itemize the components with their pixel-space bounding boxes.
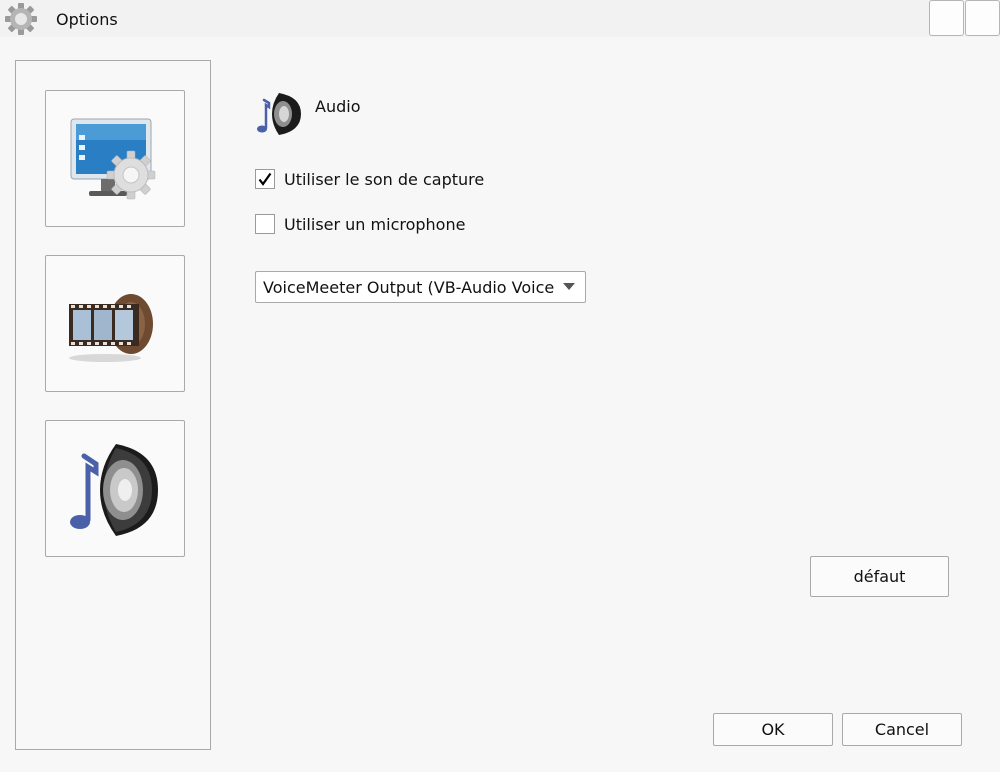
capture-sound-checkbox[interactable] [255, 169, 275, 189]
sidebar-item-video[interactable] [45, 255, 185, 392]
window-title: Options [56, 10, 118, 29]
title-bar: Options [0, 0, 1000, 37]
speaker-note-icon [70, 443, 158, 536]
cancel-button[interactable]: Cancel [842, 713, 962, 746]
capture-sound-option[interactable]: Utiliser le son de capture [255, 169, 484, 189]
microphone-option[interactable]: Utiliser un microphone [255, 214, 465, 234]
capture-sound-label: Utiliser le son de capture [284, 169, 485, 189]
chevron-down-icon [563, 283, 575, 290]
sidebar-item-general[interactable] [45, 90, 185, 227]
close-button[interactable] [965, 0, 1000, 36]
default-button[interactable]: défaut [810, 556, 949, 597]
section-title: Audio [315, 97, 361, 116]
microphone-label: Utiliser un microphone [284, 214, 466, 234]
speaker-note-icon [257, 93, 301, 135]
checkmark-icon [258, 172, 272, 186]
audio-device-select[interactable]: VoiceMeeter Output (VB-Audio VoiceMeeter… [255, 271, 586, 303]
audio-device-value: VoiceMeeter Output (VB-Audio VoiceMeeter… [263, 278, 555, 297]
monitor-gear-icon [70, 118, 156, 199]
minimize-button[interactable] [929, 0, 964, 36]
sidebar-item-audio[interactable] [45, 420, 185, 557]
film-strip-icon [69, 293, 153, 362]
sidebar [15, 60, 211, 750]
gear-icon [5, 3, 37, 35]
microphone-checkbox[interactable] [255, 214, 275, 234]
ok-button[interactable]: OK [713, 713, 833, 746]
